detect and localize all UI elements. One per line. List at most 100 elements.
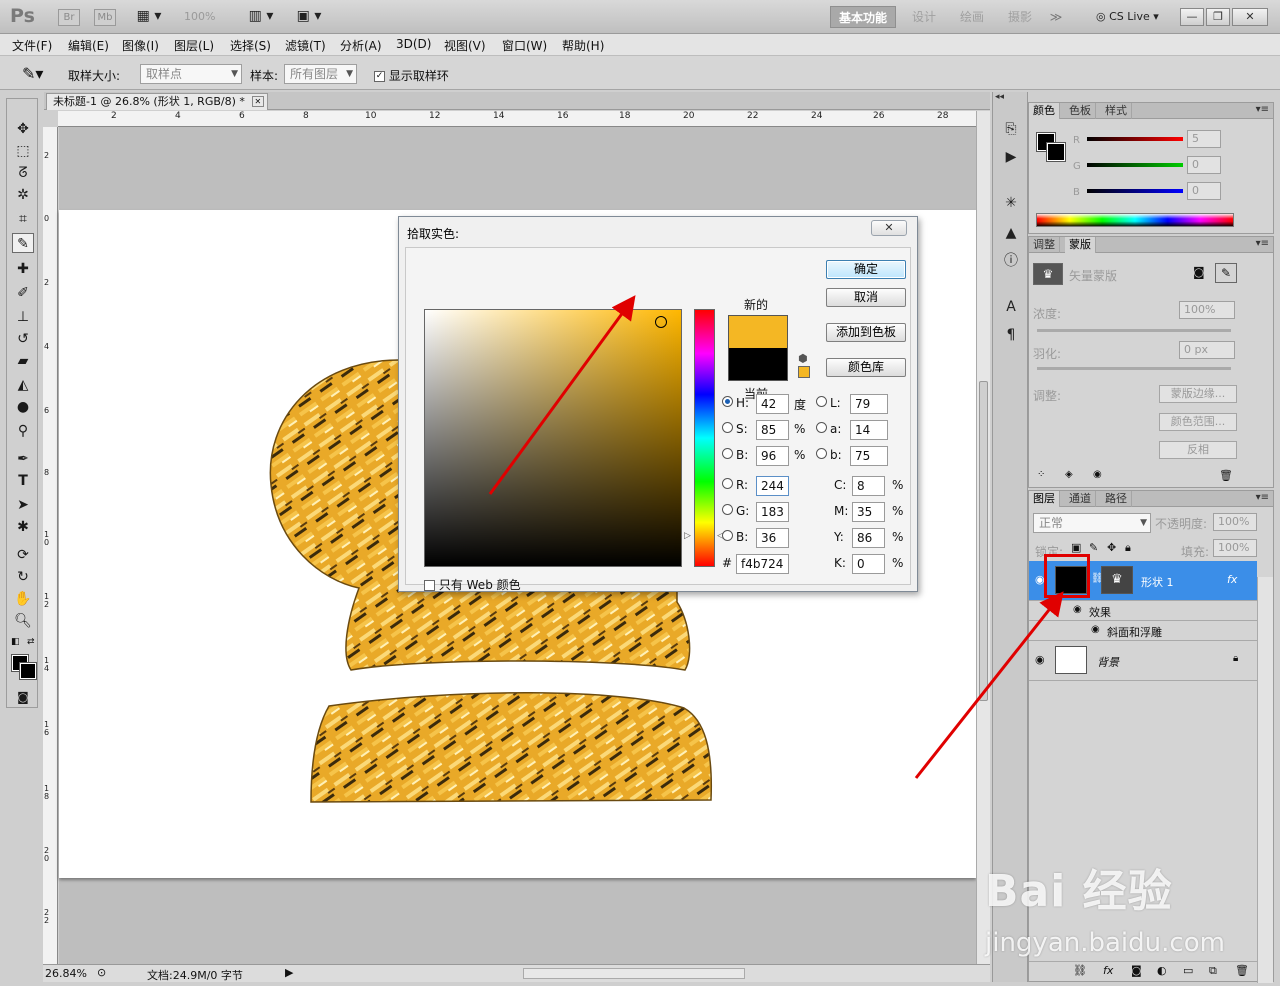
magenta-input[interactable]: 35 <box>852 502 885 522</box>
background-visibility-eye-icon[interactable]: ◉ <box>1035 653 1045 666</box>
lock-transparent-icon[interactable]: ▣ <box>1071 541 1081 554</box>
panel-background-swatch[interactable] <box>1046 142 1066 162</box>
menu-image[interactable]: 图像(I) <box>122 37 159 54</box>
cancel-button[interactable]: 取消 <box>826 288 906 307</box>
crop-tool-icon[interactable]: ⌗ <box>12 209 34 229</box>
add-layer-style-icon[interactable]: fx <box>1103 964 1113 977</box>
eraser-tool-icon[interactable]: ▰ <box>12 351 34 371</box>
web-colors-only-option[interactable]: 只有 Web 颜色 <box>424 576 521 593</box>
density-value[interactable]: 100% <box>1179 301 1235 319</box>
menu-file[interactable]: 文件(F) <box>12 37 52 54</box>
swap-colors-icon[interactable]: ⇄ <box>27 637 35 647</box>
sample-size-select[interactable]: 取样点 ▼ <box>140 64 242 84</box>
background-layer-thumb[interactable] <box>1055 646 1087 674</box>
marquee-tool-icon[interactable]: ⬚ <box>12 141 34 161</box>
lab-a-radio[interactable] <box>816 422 827 433</box>
red-channel-slider[interactable] <box>1087 137 1183 141</box>
color-libraries-button[interactable]: 颜色库 <box>826 358 906 377</box>
horizontal-scrollbar[interactable] <box>523 968 745 979</box>
hue-input[interactable]: 42 <box>756 394 789 414</box>
link-layers-icon[interactable]: ⛓ <box>1073 964 1087 977</box>
lock-image-icon[interactable]: ✎ <box>1089 541 1098 554</box>
lab-l-radio[interactable] <box>816 396 827 407</box>
menu-view[interactable]: 视图(V) <box>444 37 486 54</box>
opacity-value[interactable]: 100% <box>1213 513 1257 531</box>
lasso-tool-icon[interactable]: ᘔ <box>12 163 34 183</box>
tab-styles[interactable]: 样式 <box>1101 103 1132 119</box>
web-safe-swatch[interactable] <box>798 366 810 378</box>
quick-mask-icon[interactable]: ◙ <box>12 687 34 707</box>
3d-panel-icon[interactable]: ✳ <box>1001 194 1021 212</box>
ok-button[interactable]: 确定 <box>826 260 906 279</box>
blur-tool-icon[interactable]: ● <box>12 397 34 417</box>
background-color-swatch[interactable] <box>19 662 37 680</box>
brightness-input[interactable]: 96 <box>756 446 789 466</box>
shape-tool-icon[interactable]: ✱ <box>12 517 34 537</box>
hue-slider[interactable] <box>694 309 715 567</box>
layer-vector-mask-thumb-icon[interactable]: ♛ <box>1101 566 1133 594</box>
3d-rotate-tool-icon[interactable]: ⟳ <box>12 545 34 565</box>
show-ring-option[interactable]: ✓ 显示取样环 <box>374 67 449 84</box>
menu-3d[interactable]: 3D(D) <box>396 37 431 51</box>
vector-mask-thumb-icon[interactable]: ♛ <box>1033 263 1063 285</box>
layer-effect-bevel-row[interactable]: ◉ 斜面和浮雕 <box>1029 621 1257 641</box>
load-selection-icon[interactable]: ⁘ <box>1037 469 1045 480</box>
history-brush-tool-icon[interactable]: ↺ <box>12 329 34 349</box>
clone-stamp-tool-icon[interactable]: ⊥ <box>12 307 34 327</box>
zoom-tool-icon[interactable]: 🔍︎ <box>12 611 34 631</box>
tab-color[interactable]: 颜色 <box>1029 103 1060 119</box>
menu-layer[interactable]: 图层(L) <box>174 37 214 54</box>
document-tab[interactable]: 未标题-1 @ 26.8% (形状 1, RGB/8) * ✕ <box>46 93 268 110</box>
scroll-thumb[interactable] <box>979 381 988 701</box>
collapse-panels-icon[interactable]: ◂◂ <box>995 92 1004 102</box>
dodge-tool-icon[interactable]: ⚲ <box>12 421 34 441</box>
saturation-input[interactable]: 85 <box>756 420 789 440</box>
layer-effects-icon[interactable]: fx <box>1227 573 1237 586</box>
type-tool-icon[interactable]: T <box>12 471 34 491</box>
status-menu-arrow-icon[interactable]: ▶ <box>285 966 293 979</box>
move-tool-icon[interactable]: ✥ <box>12 119 34 139</box>
lab-l-input[interactable]: 79 <box>850 394 888 414</box>
green-input[interactable]: 183 <box>756 502 789 522</box>
layer-effects-row[interactable]: ◉ 效果 <box>1029 601 1257 621</box>
color-field-cursor[interactable] <box>655 316 667 328</box>
blend-mode-select[interactable]: 正常 ▼ <box>1033 513 1151 533</box>
lock-all-icon[interactable]: 🔒︎ <box>1125 541 1131 555</box>
lock-position-icon[interactable]: ✥ <box>1107 541 1116 554</box>
feather-slider[interactable] <box>1037 367 1231 370</box>
add-pixel-mask-icon[interactable]: ◙ <box>1193 265 1205 279</box>
hex-input[interactable]: f4b724 <box>736 554 789 574</box>
cyan-input[interactable]: 8 <box>852 476 885 496</box>
effects-visibility-eye-icon[interactable]: ◉ <box>1073 604 1082 615</box>
3d-orbit-tool-icon[interactable]: ↻ <box>12 567 34 587</box>
yellow-input[interactable]: 86 <box>852 528 885 548</box>
brightness-radio[interactable] <box>722 448 733 459</box>
menu-analysis[interactable]: 分析(A) <box>340 37 382 54</box>
red-radio[interactable] <box>722 478 733 489</box>
layers-scrollbar[interactable] <box>1257 577 1273 983</box>
view-extras-icon[interactable]: ▦ ▾ <box>132 9 166 26</box>
hand-tool-icon[interactable]: ✋ <box>12 589 34 609</box>
close-window-button[interactable]: ✕ <box>1232 8 1268 26</box>
menu-edit[interactable]: 编辑(E) <box>68 37 109 54</box>
invert-button[interactable]: 反相 <box>1159 441 1237 459</box>
current-color-swatch[interactable] <box>728 348 788 381</box>
green-channel-value[interactable]: 0 <box>1187 156 1221 174</box>
color-spectrum-ramp[interactable] <box>1036 213 1234 227</box>
feather-value[interactable]: 0 px <box>1179 341 1235 359</box>
mask-edge-button[interactable]: 蒙版边缘... <box>1159 385 1237 403</box>
zoom-level[interactable]: 100% <box>184 10 215 23</box>
lab-b-radio[interactable] <box>816 448 827 459</box>
red-input[interactable]: 244 <box>756 476 789 496</box>
color-range-button[interactable]: 颜色范围... <box>1159 413 1237 431</box>
hue-radio[interactable] <box>722 396 733 407</box>
lab-a-input[interactable]: 14 <box>850 420 888 440</box>
blue-input[interactable]: 36 <box>756 528 789 548</box>
pen-tool-icon[interactable]: ✒ <box>12 449 34 469</box>
maximize-button[interactable]: ❐ <box>1206 8 1230 26</box>
paint-bucket-tool-icon[interactable]: ◭ <box>12 375 34 395</box>
panel-menu-icon[interactable]: ▾≡ <box>1256 104 1269 115</box>
delete-mask-icon[interactable]: 🗑︎ <box>1219 469 1233 482</box>
green-channel-slider[interactable] <box>1087 163 1183 167</box>
menu-select[interactable]: 选择(S) <box>230 37 271 54</box>
